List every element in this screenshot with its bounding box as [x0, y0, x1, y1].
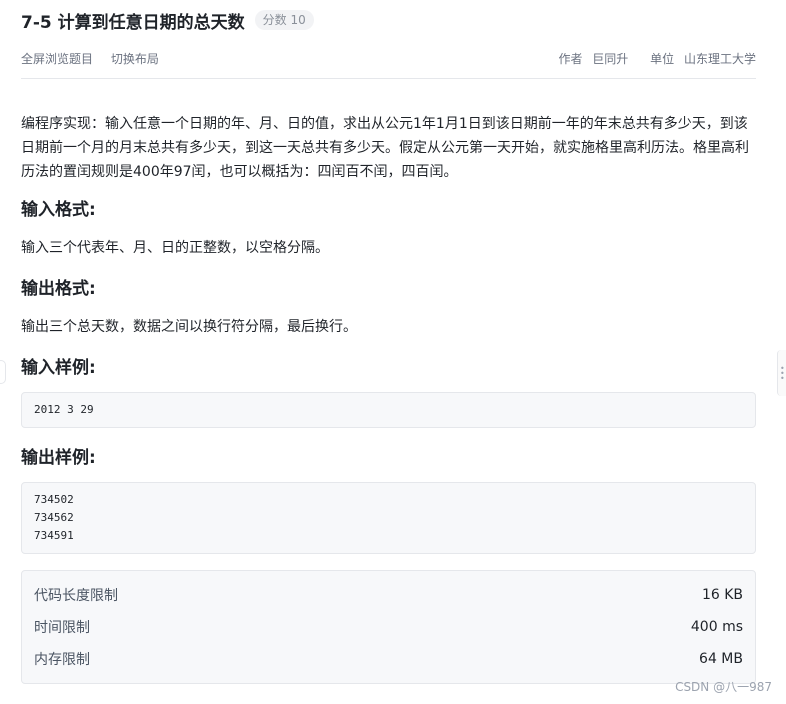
- meta-actions: 全屏浏览题目 切换布局: [21, 50, 173, 67]
- output-sample-heading: 输出样例:: [21, 448, 96, 468]
- limit-row: 时间限制 400 ms: [34, 611, 743, 643]
- limits-panel: 代码长度限制 16 KB 时间限制 400 ms 内存限制 64 MB: [21, 570, 756, 684]
- header-divider: [21, 78, 756, 79]
- output-format-heading: 输出格式:: [21, 279, 96, 299]
- limit-value: 400 ms: [690, 619, 743, 635]
- limit-label: 内存限制: [34, 652, 90, 668]
- panel-resize-handle[interactable]: • • •: [777, 350, 786, 396]
- input-format-heading: 输入格式:: [21, 200, 96, 220]
- limit-row: 内存限制 64 MB: [34, 643, 743, 675]
- output-sample-code: 734502 734562 734591: [21, 482, 756, 554]
- input-sample-code: 2012 3 29: [21, 392, 756, 428]
- limit-value: 64 MB: [699, 651, 743, 667]
- limit-value: 16 KB: [701, 587, 743, 603]
- unit-name: 山东理工大学: [683, 51, 756, 66]
- limit-label: 代码长度限制: [34, 588, 118, 604]
- output-format-text: 输出三个总天数，数据之间以换行符分隔，最后换行。: [21, 319, 357, 335]
- switch-layout-link[interactable]: 切换布局: [111, 52, 159, 66]
- author-name: 巨同升: [592, 51, 629, 66]
- input-sample-heading: 输入样例:: [21, 358, 96, 378]
- problem-content: 编程序实现：输入任意一个日期的年、月、日的值，求出从公元1年1月1日到该日期前一…: [21, 112, 756, 684]
- unit-label: 单位: [650, 51, 675, 66]
- score-badge: 分数 10: [254, 10, 314, 30]
- title-row: 7-5 计算到任意日期的总天数 分数 10: [21, 7, 314, 33]
- author-label: 作者: [558, 51, 583, 66]
- fullscreen-link[interactable]: 全屏浏览题目: [21, 52, 93, 66]
- drag-dots-icon: • • •: [780, 364, 785, 383]
- meta-row: 全屏浏览题目 切换布局 作者 巨同升 单位 山东理工大学: [21, 48, 756, 68]
- meta-info: 作者 巨同升 单位 山东理工大学: [552, 50, 756, 67]
- limit-row: 代码长度限制 16 KB: [34, 579, 743, 611]
- limit-label: 时间限制: [34, 620, 90, 636]
- problem-description: 编程序实现：输入任意一个日期的年、月、日的值，求出从公元1年1月1日到该日期前一…: [21, 116, 749, 180]
- left-resize-handle[interactable]: [0, 360, 6, 384]
- watermark: CSDN @八一987: [675, 680, 772, 694]
- page-title: 7-5 计算到任意日期的总天数: [21, 12, 245, 33]
- input-format-text: 输入三个代表年、月、日的正整数，以空格分隔。: [21, 240, 329, 256]
